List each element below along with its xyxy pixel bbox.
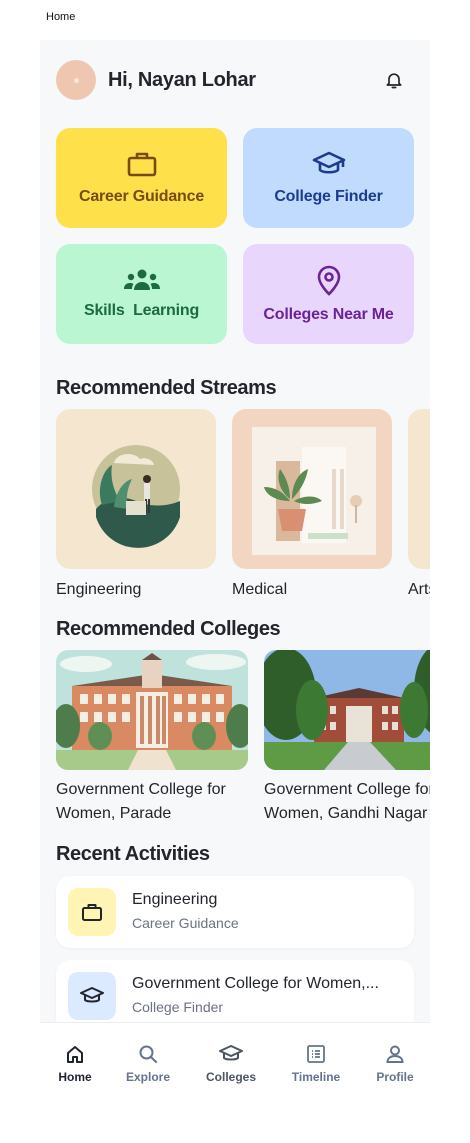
bell-icon — [386, 73, 402, 89]
avatar-dot — [73, 77, 79, 83]
activity-title: Government College for Women,... — [132, 975, 379, 992]
tab-label: Timeline — [291, 1070, 341, 1084]
stream-label: Medical — [232, 581, 288, 598]
streams-section-title: Recommended Streams — [56, 377, 277, 399]
tab-timeline[interactable]: Timeline — [277, 1023, 355, 1105]
page-label: Home — [46, 11, 76, 23]
avatar[interactable] — [56, 60, 96, 100]
stream-label: Arts — [408, 581, 430, 598]
tile-label: College Finder — [274, 188, 383, 205]
greeting-text: Hi, Nayan Lohar — [108, 68, 256, 91]
activity-item-engineering[interactable]: Engineering Career Guidance — [56, 876, 414, 948]
tab-label: Explore — [125, 1070, 170, 1084]
college-name-parade[interactable]: Government College for Women, Parade — [56, 778, 256, 826]
bottom-tab-bar: Home Explore Colleges Timeline Profile — [40, 1022, 430, 1105]
group-icon — [123, 269, 160, 290]
activity-subtitle: College Finder — [132, 999, 224, 1015]
tab-profile[interactable]: Profile — [356, 1023, 430, 1105]
stream-label: Engineering — [56, 581, 142, 598]
activity-icon-box — [68, 972, 116, 1020]
graduation-cap-icon — [312, 151, 345, 174]
college-name-line: Government College for — [56, 781, 226, 798]
stream-card-medical[interactable] — [232, 409, 392, 569]
college-name-line: Women, Gandhi Nagar — [264, 805, 428, 822]
tab-colleges[interactable]: Colleges — [192, 1023, 270, 1105]
college-name-line: Government College for — [264, 781, 430, 798]
activity-title: Engineering — [132, 891, 218, 908]
stream-card-engineering[interactable] — [56, 409, 216, 569]
activities-section-title: Recent Activities — [56, 843, 210, 865]
app-screen: Hi, Nayan Lohar Career Guidance College … — [40, 40, 430, 1105]
college-building-illustration — [56, 650, 248, 770]
header: Hi, Nayan Lohar — [56, 60, 414, 100]
graduation-cap-icon — [80, 987, 104, 1003]
home-icon — [67, 1046, 83, 1063]
briefcase-icon — [82, 904, 102, 921]
map-pin-icon — [317, 265, 340, 296]
tab-label: Colleges — [205, 1070, 256, 1084]
college-finder-tile[interactable]: College Finder — [243, 128, 414, 228]
colleges-near-me-tile[interactable]: Colleges Near Me — [243, 244, 414, 344]
tab-explore[interactable]: Explore — [109, 1023, 187, 1105]
tab-home[interactable]: Home — [40, 1023, 114, 1105]
graduation-cap-icon — [219, 1045, 243, 1061]
medical-illustration — [252, 427, 376, 555]
engineering-illustration — [92, 445, 180, 548]
notification-bell-button[interactable] — [374, 60, 414, 100]
tab-label: Profile — [376, 1070, 414, 1084]
tile-label: Career Guidance — [78, 188, 205, 205]
college-campus-photo — [264, 650, 430, 770]
list-icon — [307, 1045, 325, 1063]
tab-label: Home — [58, 1070, 92, 1084]
stream-card-arts[interactable] — [408, 409, 430, 569]
tile-label: Skills Learning — [83, 302, 200, 319]
search-icon — [139, 1045, 157, 1063]
skills-learning-tile[interactable]: Skills Learning — [56, 244, 227, 344]
colleges-section-title: Recommended Colleges — [56, 618, 281, 640]
college-name-line: Women, Parade — [56, 805, 172, 822]
tile-label: Colleges Near Me — [263, 306, 394, 323]
activity-subtitle: Career Guidance — [132, 915, 239, 931]
activity-icon-box — [68, 888, 116, 936]
college-image-gandhi-nagar[interactable] — [264, 650, 430, 770]
career-guidance-tile[interactable]: Career Guidance — [56, 128, 227, 228]
college-name-gandhi-nagar[interactable]: Government College for Women, Gandhi Nag… — [264, 778, 430, 826]
briefcase-icon — [127, 152, 156, 177]
user-icon — [386, 1045, 404, 1063]
college-image-parade[interactable] — [56, 650, 248, 770]
